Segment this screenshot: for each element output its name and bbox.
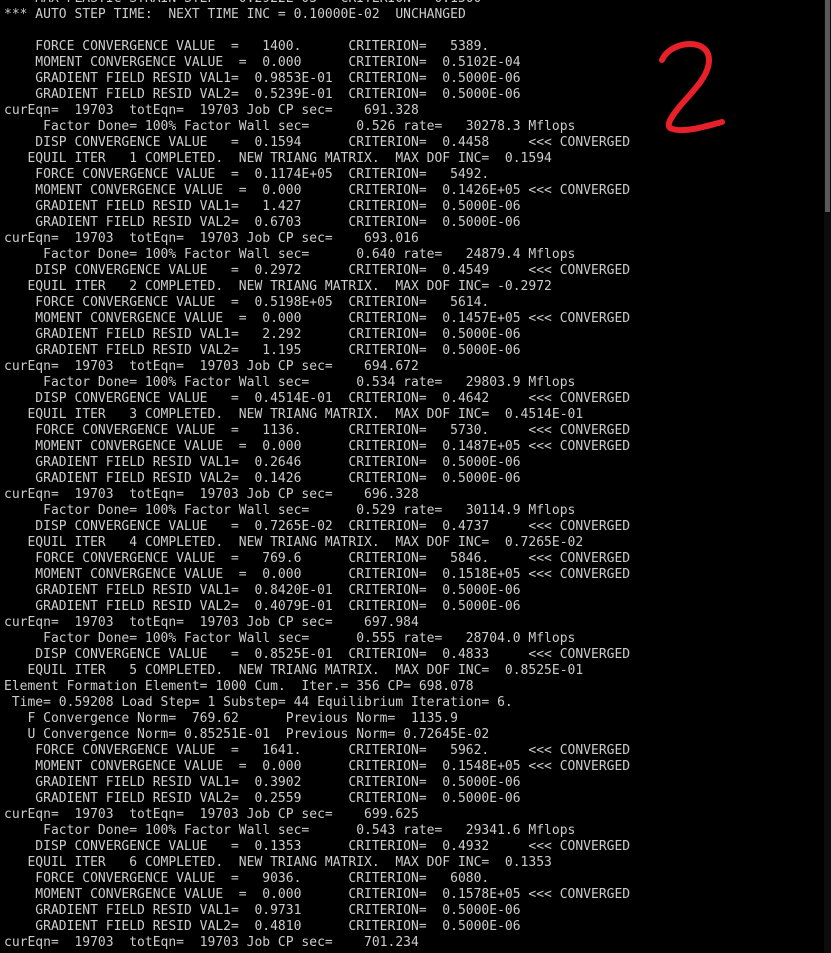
- console-line: GRADIENT FIELD RESID VAL1= 2.292 CRITERI…: [4, 327, 521, 342]
- console-line: FORCE CONVERGENCE VALUE = 1641. CRITERIO…: [4, 743, 631, 758]
- console-line: EQUIL ITER 2 COMPLETED. NEW TRIANG MATRI…: [4, 279, 552, 294]
- console-line: Factor Done= 100% Factor Wall sec= 0.640…: [4, 247, 576, 262]
- console-line: curEqn= 19703 totEqn= 19703 Job CP sec= …: [4, 935, 419, 950]
- console-line: GRADIENT FIELD RESID VAL2= 0.6703 CRITER…: [4, 215, 521, 230]
- console-line: F Convergence Norm= 769.62 Previous Norm…: [4, 711, 458, 726]
- console-line: GRADIENT FIELD RESID VAL1= 0.9731 CRITER…: [4, 903, 521, 918]
- console-line: EQUIL ITER 3 COMPLETED. NEW TRIANG MATRI…: [4, 407, 584, 422]
- console-line: GRADIENT FIELD RESID VAL2= 0.5239E-01 CR…: [4, 87, 521, 102]
- console-line: curEqn= 19703 totEqn= 19703 Job CP sec= …: [4, 615, 419, 630]
- console-line: DISP CONVERGENCE VALUE = 0.1594 CRITERIO…: [4, 135, 631, 150]
- console-line: curEqn= 19703 totEqn= 19703 Job CP sec= …: [4, 487, 419, 502]
- console-line: DISP CONVERGENCE VALUE = 0.8525E-01 CRIT…: [4, 647, 631, 662]
- console-line: Element Formation Element= 1000 Cum. Ite…: [4, 679, 474, 694]
- console-line: MOMENT CONVERGENCE VALUE = 0.000 CRITERI…: [4, 183, 631, 198]
- console-line: FORCE CONVERGENCE VALUE = 0.5198E+05 CRI…: [4, 295, 490, 310]
- console-output: MAX PLASTIC STRAIN STEP = 0.2922E-03 CRI…: [0, 0, 824, 953]
- console-line: DISP CONVERGENCE VALUE = 0.1353 CRITERIO…: [4, 839, 631, 854]
- console-line: FORCE CONVERGENCE VALUE = 1136. CRITERIO…: [4, 423, 631, 438]
- console-line: curEqn= 19703 totEqn= 19703 Job CP sec= …: [4, 807, 419, 822]
- console-line: GRADIENT FIELD RESID VAL2= 0.2559 CRITER…: [4, 791, 521, 806]
- console-line: U Convergence Norm= 0.85251E-01 Previous…: [4, 727, 490, 742]
- console-line: MOMENT CONVERGENCE VALUE = 0.000 CRITERI…: [4, 311, 631, 326]
- console-line: FORCE CONVERGENCE VALUE = 9036. CRITERIO…: [4, 871, 490, 886]
- console-line: DISP CONVERGENCE VALUE = 0.2972 CRITERIO…: [4, 263, 631, 278]
- handwritten-digit-two: [659, 40, 725, 134]
- console-line: MAX PLASTIC STRAIN STEP = 0.2922E-03 CRI…: [4, 0, 630, 7]
- console-line: Time= 0.59208 Load Step= 1 Substep= 44 E…: [4, 695, 513, 710]
- console-line: curEqn= 19703 totEqn= 19703 Job CP sec= …: [4, 231, 419, 246]
- console-line: GRADIENT FIELD RESID VAL1= 1.427 CRITERI…: [4, 199, 521, 214]
- console-line: FORCE CONVERGENCE VALUE = 1400. CRITERIO…: [4, 39, 490, 54]
- console-line: DISP CONVERGENCE VALUE = 0.4514E-01 CRIT…: [4, 391, 631, 406]
- console-line: Factor Done= 100% Factor Wall sec= 0.529…: [4, 503, 576, 518]
- console-line: GRADIENT FIELD RESID VAL2= 0.1426 CRITER…: [4, 471, 521, 486]
- console-line: Factor Done= 100% Factor Wall sec= 0.526…: [4, 119, 576, 134]
- console-line: GRADIENT FIELD RESID VAL1= 0.8420E-01 CR…: [4, 583, 521, 598]
- console-line: GRADIENT FIELD RESID VAL2= 0.4079E-01 CR…: [4, 599, 521, 614]
- console-line: EQUIL ITER 4 COMPLETED. NEW TRIANG MATRI…: [4, 535, 584, 550]
- console-line: FORCE CONVERGENCE VALUE = 769.6 CRITERIO…: [4, 551, 631, 566]
- console-line: MOMENT CONVERGENCE VALUE = 0.000 CRITERI…: [4, 567, 631, 582]
- console-line: Factor Done= 100% Factor Wall sec= 0.543…: [4, 823, 576, 838]
- console-line: GRADIENT FIELD RESID VAL1= 0.2646 CRITER…: [4, 455, 521, 470]
- vertical-scrollbar[interactable]: [824, 0, 831, 953]
- console-line: GRADIENT FIELD RESID VAL1= 0.3902 CRITER…: [4, 775, 521, 790]
- console-line: GRADIENT FIELD RESID VAL1= 0.9853E-01 CR…: [4, 71, 521, 86]
- console-line: MOMENT CONVERGENCE VALUE = 0.000 CRITERI…: [4, 759, 631, 774]
- console-line: DISP CONVERGENCE VALUE = 0.7265E-02 CRIT…: [4, 519, 631, 534]
- console-line: MOMENT CONVERGENCE VALUE = 0.000 CRITERI…: [4, 55, 521, 70]
- handwritten-annotation-2: [659, 40, 725, 134]
- console-line: GRADIENT FIELD RESID VAL2= 0.4810 CRITER…: [4, 919, 521, 934]
- console-line: EQUIL ITER 5 COMPLETED. NEW TRIANG MATRI…: [4, 663, 584, 678]
- console-lines: MAX PLASTIC STRAIN STEP = 0.2922E-03 CRI…: [4, 0, 630, 951]
- console-line: curEqn= 19703 totEqn= 19703 Job CP sec= …: [4, 359, 419, 374]
- console-line: *** AUTO STEP TIME: NEXT TIME INC = 0.10…: [4, 7, 466, 22]
- console-line: curEqn= 19703 totEqn= 19703 Job CP sec= …: [4, 103, 419, 118]
- console-line: EQUIL ITER 6 COMPLETED. NEW TRIANG MATRI…: [4, 855, 552, 870]
- console-line: GRADIENT FIELD RESID VAL2= 1.195 CRITERI…: [4, 343, 521, 358]
- console-line: EQUIL ITER 1 COMPLETED. NEW TRIANG MATRI…: [4, 151, 552, 166]
- console-line: Factor Done= 100% Factor Wall sec= 0.555…: [4, 631, 576, 646]
- console-line: Factor Done= 100% Factor Wall sec= 0.534…: [4, 375, 576, 390]
- console-line: FORCE CONVERGENCE VALUE = 0.1174E+05 CRI…: [4, 167, 490, 182]
- console-line: MOMENT CONVERGENCE VALUE = 0.000 CRITERI…: [4, 439, 631, 454]
- console-line: MOMENT CONVERGENCE VALUE = 0.000 CRITERI…: [4, 887, 631, 902]
- scrollbar-thumb[interactable]: [825, 0, 830, 212]
